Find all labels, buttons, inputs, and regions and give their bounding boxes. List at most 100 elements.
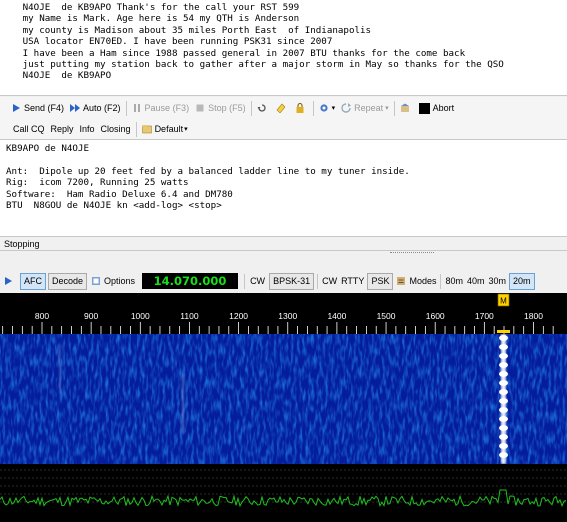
auto-label: Auto (F2): [83, 103, 121, 113]
cw-mode-button[interactable]: CW: [247, 272, 268, 290]
auto-button[interactable]: Auto (F2): [67, 99, 124, 117]
repeat-icon: [341, 103, 352, 113]
divider: [135, 121, 137, 137]
pause-button[interactable]: Pause (F3): [129, 99, 193, 117]
rx-line: I have been a Ham since 1988 passed gene…: [6, 47, 466, 59]
waterfall-menu-button[interactable]: [0, 272, 19, 290]
divider: [250, 100, 252, 116]
divider: [393, 100, 395, 116]
band-30m-button[interactable]: 30m: [487, 272, 509, 290]
rx-line: USA locator EN70ED. I have been running …: [6, 36, 333, 48]
stop-button[interactable]: Stop (F5): [192, 99, 249, 117]
double-play-icon: [70, 104, 81, 112]
psk-filter-button[interactable]: PSK: [367, 272, 394, 290]
signal-trace: [59, 344, 61, 394]
settings-button[interactable]: [397, 99, 416, 117]
bpsk-mode-button[interactable]: BPSK-31: [269, 272, 315, 290]
stop-icon: [196, 104, 204, 112]
tx-line: [0, 154, 567, 165]
divider: [244, 273, 246, 289]
marker-label: M: [500, 297, 507, 306]
signal-blob: [499, 452, 508, 458]
modes-label: Modes: [409, 276, 437, 286]
folder-icon: [141, 125, 152, 134]
eraser-button[interactable]: [273, 99, 292, 117]
options-button[interactable]: Options: [88, 272, 138, 290]
scale-tick-label: 900: [84, 311, 98, 321]
splitter-handle[interactable]: [390, 252, 434, 256]
reply-button[interactable]: Reply: [48, 120, 77, 138]
scale-tick-label: 1400: [327, 311, 346, 321]
divider: [125, 100, 127, 116]
signal-blob: [499, 371, 508, 377]
settings-icon: [400, 103, 409, 112]
pause-label: Pause (F3): [144, 103, 190, 113]
band-40m-button[interactable]: 40m: [465, 272, 487, 290]
signal-blob: [499, 344, 508, 350]
tx-line: Software: Ham Radio Deluxe 6.4 and DM780: [6, 188, 233, 200]
signal-blob: [499, 398, 508, 404]
waterfall-display[interactable]: [0, 334, 567, 464]
divider: [317, 273, 319, 289]
clear-icon: [257, 104, 266, 112]
tx-line: BTU N8GOU de N4OJE kn <add-log> <stop>: [6, 200, 222, 212]
options-icon: [92, 277, 101, 285]
signal-blob: [499, 353, 508, 359]
macro-toolbar: Call CQ Reply Info Closing Default ▾: [0, 119, 567, 140]
send-button[interactable]: Send (F4): [8, 99, 67, 117]
abort-button[interactable]: Abort: [416, 99, 458, 117]
status-bar: Stopping: [0, 237, 567, 251]
frequency-marker[interactable]: M: [497, 293, 510, 307]
rx-line: my county is Madison about 35 miles Port…: [6, 24, 372, 36]
scale-tick-label: 1700: [475, 311, 494, 321]
play-icon: [13, 104, 20, 112]
info-button[interactable]: Info: [77, 120, 98, 138]
modes-button[interactable]: Modes: [394, 272, 438, 290]
abort-label: Abort: [432, 103, 455, 113]
afc-button[interactable]: AFC: [20, 272, 46, 290]
default-dropdown[interactable]: Default ▾: [139, 120, 191, 138]
scale-tick-label: 1800: [524, 311, 543, 321]
lock-button[interactable]: [292, 99, 311, 117]
closing-button[interactable]: Closing: [98, 120, 134, 138]
callcq-button[interactable]: Call CQ: [10, 120, 48, 138]
chevron-down-icon: ▾: [385, 105, 389, 112]
modes-icon: [397, 277, 406, 285]
transmit-window[interactable]: KB9APO de N4OJE Ant: Dipole up 20 feet f…: [0, 140, 567, 237]
bandwidth-marker: [497, 330, 510, 333]
options-label: Options: [104, 276, 136, 286]
signal-blob: [499, 362, 508, 368]
signal-blob: [499, 434, 508, 440]
cw-filter-button[interactable]: CW: [320, 272, 339, 290]
tx-line: KB9APO de N4OJE: [6, 143, 89, 154]
abort-icon: [418, 102, 430, 114]
signal-trace: [182, 374, 184, 434]
scale-tick-label: 1000: [131, 311, 150, 321]
waterfall-toolbar: AFC Decode Options 14.070.000 CW BPSK-31…: [0, 270, 567, 292]
signal-blob: [499, 443, 508, 449]
rx-line: just putting my station back to gather a…: [6, 59, 504, 71]
default-label: Default: [154, 124, 184, 134]
waterfall-noise: [0, 334, 567, 464]
decode-button[interactable]: Decode: [48, 272, 88, 290]
rtty-filter-button[interactable]: RTTY: [339, 272, 366, 290]
scale-tick-label: 1200: [229, 311, 248, 321]
band-20m-button[interactable]: 20m: [509, 272, 535, 290]
signal-blob: [499, 380, 508, 386]
clear-button[interactable]: [254, 99, 273, 117]
scale-ticks: 800 900 1000 1100 1200 1300 1400 1500 1600 1700 18…: [2, 311, 554, 334]
spectrum-display[interactable]: [0, 464, 567, 522]
divider: [312, 100, 314, 116]
repeat-button[interactable]: Repeat ▾: [338, 99, 392, 117]
send-label: Send (F4): [24, 103, 65, 113]
macro-icon: [319, 104, 328, 112]
rx-line: N4OJE de KB9APO: [6, 70, 112, 82]
signal-blob: [499, 425, 508, 431]
scale-tick-label: 1600: [426, 311, 445, 321]
frequency-scale[interactable]: 800 900 1000 1100 1200 1300 1400 1500 1600 1700 18…: [0, 293, 567, 334]
repeat-label: Repeat: [354, 103, 384, 113]
rx-line: my Name is Mark. Age here is 54 my QTH i…: [6, 13, 300, 25]
receive-window[interactable]: N4OJE de KB9APO Thank's for the call you…: [0, 0, 567, 96]
band-80m-button[interactable]: 80m: [443, 272, 465, 290]
macro-dropdown[interactable]: ▾: [316, 99, 339, 117]
